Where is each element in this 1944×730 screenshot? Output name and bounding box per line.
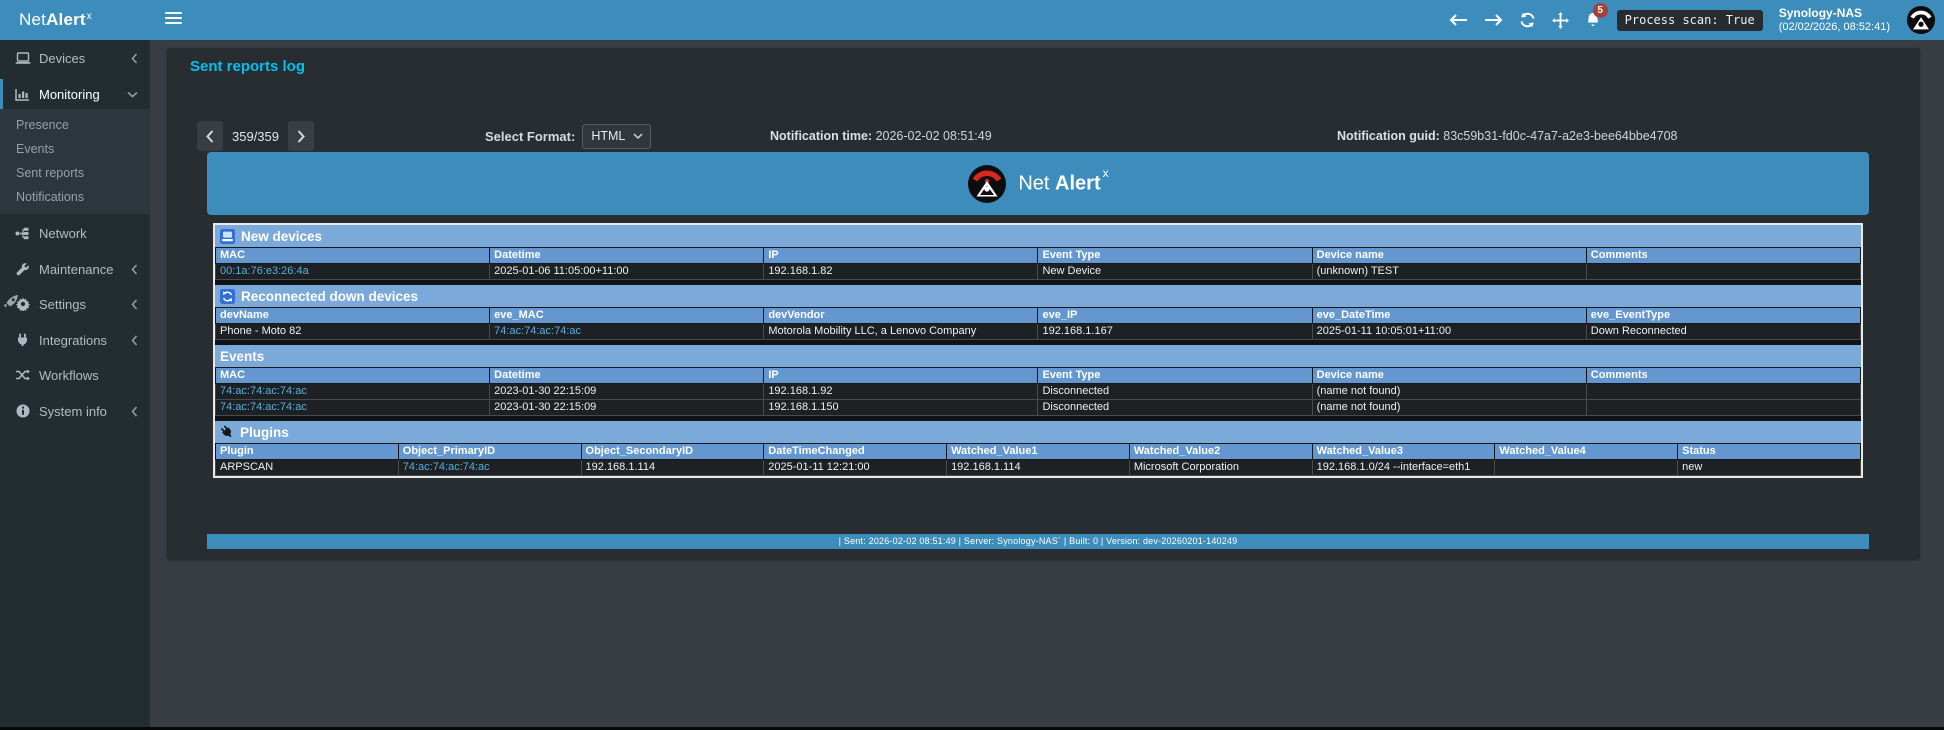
- table-row: Phone - Moto 82 74:ac:74:ac:74:ac Motoro…: [216, 324, 1861, 340]
- hamburger-menu-icon[interactable]: [165, 12, 182, 27]
- format-select[interactable]: HTML: [582, 124, 651, 149]
- sidebar-item-label: Network: [39, 226, 87, 241]
- mac-link[interactable]: 74:ac:74:ac:74:ac: [220, 401, 307, 413]
- chevron-left-icon: [131, 264, 138, 275]
- sidebar-item-maintenance[interactable]: Maintenance: [0, 254, 150, 284]
- report-footer: | Sent: 2026-02-02 08:51:49 | Server: Sy…: [207, 534, 1869, 549]
- logo-text-alert: Alert: [46, 10, 86, 30]
- sidebar-item-workflows[interactable]: Workflows: [0, 360, 150, 390]
- chevron-left-icon: [131, 335, 138, 346]
- notification-count-badge: 5: [1593, 3, 1608, 18]
- server-info: Synology-NAS (02/02/2026, 08:52:41): [1779, 6, 1890, 35]
- sidebar-item-devices[interactable]: Devices: [0, 43, 150, 73]
- prev-report-button[interactable]: [197, 121, 223, 151]
- chevron-left-icon: [131, 299, 138, 310]
- report-pager: 359/359: [197, 121, 314, 151]
- table-row: ARPSCAN 74:ac:74:ac:74:ac 192.168.1.114 …: [216, 460, 1861, 476]
- mac-link[interactable]: 00:1a:76:e3:26:4a: [220, 265, 309, 277]
- format-label: Select Format:: [485, 129, 575, 144]
- table-row: 00:1a:76:e3:26:4a 2025-01-06 11:05:00+11…: [216, 264, 1861, 280]
- refresh-icon[interactable]: [1519, 12, 1536, 28]
- monitoring-chart-icon: [14, 87, 31, 102]
- chevron-left-icon: [131, 406, 138, 417]
- monitoring-submenu: Presence Events Sent reports Notificatio…: [0, 109, 150, 214]
- rocket-icon[interactable]: [1, 292, 21, 312]
- server-time: (02/02/2026, 08:52:41): [1779, 21, 1890, 35]
- plug-emoji-icon: [220, 425, 234, 440]
- pager-count: 359/359: [232, 129, 279, 144]
- sidebar-item-monitoring[interactable]: Monitoring: [0, 79, 150, 109]
- report-brand: Net Alertx: [1018, 171, 1108, 196]
- wrench-icon: [14, 262, 31, 277]
- plugins-table: Plugin Object_PrimaryID Object_Secondary…: [215, 443, 1861, 476]
- sidebar-item-integrations[interactable]: Integrations: [0, 325, 150, 355]
- reconnected-table: devName eve_MAC devVendor eve_IP eve_Dat…: [215, 307, 1861, 340]
- next-report-button[interactable]: [288, 121, 314, 151]
- sidebar-item-label: Settings: [39, 297, 86, 312]
- sidebar-subitem-events[interactable]: Events: [0, 137, 150, 161]
- format-value: HTML: [591, 129, 625, 143]
- logo-sup: x: [87, 11, 92, 22]
- sidebar-subitem-presence[interactable]: Presence: [0, 113, 150, 137]
- table-row: 74:ac:74:ac:74:ac 2023-01-30 22:15:09 19…: [216, 384, 1861, 400]
- chevron-left-icon: [131, 53, 138, 64]
- section-header-reconnected: Reconnected down devices: [215, 285, 1861, 307]
- avatar[interactable]: [1906, 5, 1936, 35]
- network-icon: [14, 226, 31, 241]
- nav-forward-button[interactable]: [1484, 13, 1503, 27]
- sidebar-subitem-notifications[interactable]: Notifications: [0, 185, 150, 209]
- notification-time: Notification time: 2026-02-02 08:51:49: [770, 129, 992, 143]
- process-scan-status: Process scan: True: [1617, 10, 1763, 31]
- mac-link[interactable]: 74:ac:74:ac:74:ac: [403, 461, 490, 473]
- table-row: 74:ac:74:ac:74:ac 2023-01-30 22:15:09 19…: [216, 400, 1861, 416]
- netalertx-logo-icon: [967, 164, 1007, 204]
- mac-link[interactable]: 74:ac:74:ac:74:ac: [494, 325, 581, 337]
- section-header-new-devices: New devices: [215, 225, 1861, 247]
- sidebar-item-label: Devices: [39, 51, 85, 66]
- events-table: MAC Datetime IP Event Type Device name C…: [215, 367, 1861, 416]
- sidebar-item-label: Maintenance: [39, 262, 113, 277]
- notification-time-label: Notification time:: [770, 129, 872, 143]
- notifications-bell[interactable]: 5: [1585, 12, 1601, 29]
- server-name: Synology-NAS: [1779, 6, 1890, 21]
- sidebar-item-settings[interactable]: Settings: [0, 289, 150, 319]
- content-panel: Sent reports log 359/359 Select Format: …: [167, 48, 1920, 559]
- report-header-band: Net Alertx: [207, 152, 1869, 215]
- laptop-emoji-icon: [220, 229, 235, 244]
- sidebar-item-label: System info: [39, 404, 107, 419]
- laptop-icon: [14, 51, 31, 66]
- format-selector: Select Format: HTML: [485, 124, 651, 149]
- app-logo[interactable]: NetAlertx: [0, 0, 150, 40]
- page-title: Sent reports log: [190, 58, 305, 75]
- sidebar-item-network[interactable]: Network: [0, 218, 150, 248]
- plug-icon: [14, 333, 31, 348]
- chevron-down-icon: [633, 133, 643, 139]
- sidebar-item-label: Monitoring: [39, 87, 100, 102]
- mac-link[interactable]: 74:ac:74:ac:74:ac: [220, 385, 307, 397]
- chevron-down-icon: [127, 91, 138, 98]
- sidebar-subitem-sent-reports[interactable]: Sent reports: [0, 161, 150, 185]
- shuffle-icon: [14, 368, 31, 383]
- refresh-emoji-icon: [220, 289, 235, 304]
- notification-time-value: 2026-02-02 08:51:49: [876, 129, 992, 143]
- report-tables: New devices MAC Datetime IP Event Type D…: [213, 223, 1863, 478]
- notification-guid: Notification guid: 83c59b31-fd0c-47a7-a2…: [1337, 129, 1677, 143]
- sidebar-item-label: Integrations: [39, 333, 107, 348]
- move-icon[interactable]: [1552, 12, 1569, 29]
- section-header-plugins: Plugins: [215, 421, 1861, 443]
- logo-text-net: Net: [19, 10, 46, 30]
- new-devices-table: MAC Datetime IP Event Type Device name C…: [215, 247, 1861, 280]
- sidebar: NetAlertx Devices Monitoring Presence Ev…: [0, 0, 150, 727]
- sidebar-item-system-info[interactable]: System info: [0, 396, 150, 426]
- top-navbar: 5 Process scan: True Synology-NAS (02/02…: [150, 0, 1944, 40]
- sidebar-item-label: Workflows: [39, 368, 99, 383]
- info-icon: [14, 404, 31, 419]
- nav-back-button[interactable]: [1449, 13, 1468, 27]
- notification-guid-label: Notification guid:: [1337, 129, 1440, 143]
- section-header-events: Events: [215, 345, 1861, 367]
- notification-guid-value: 83c59b31-fd0c-47a7-a2e3-bee64bbe4708: [1443, 129, 1677, 143]
